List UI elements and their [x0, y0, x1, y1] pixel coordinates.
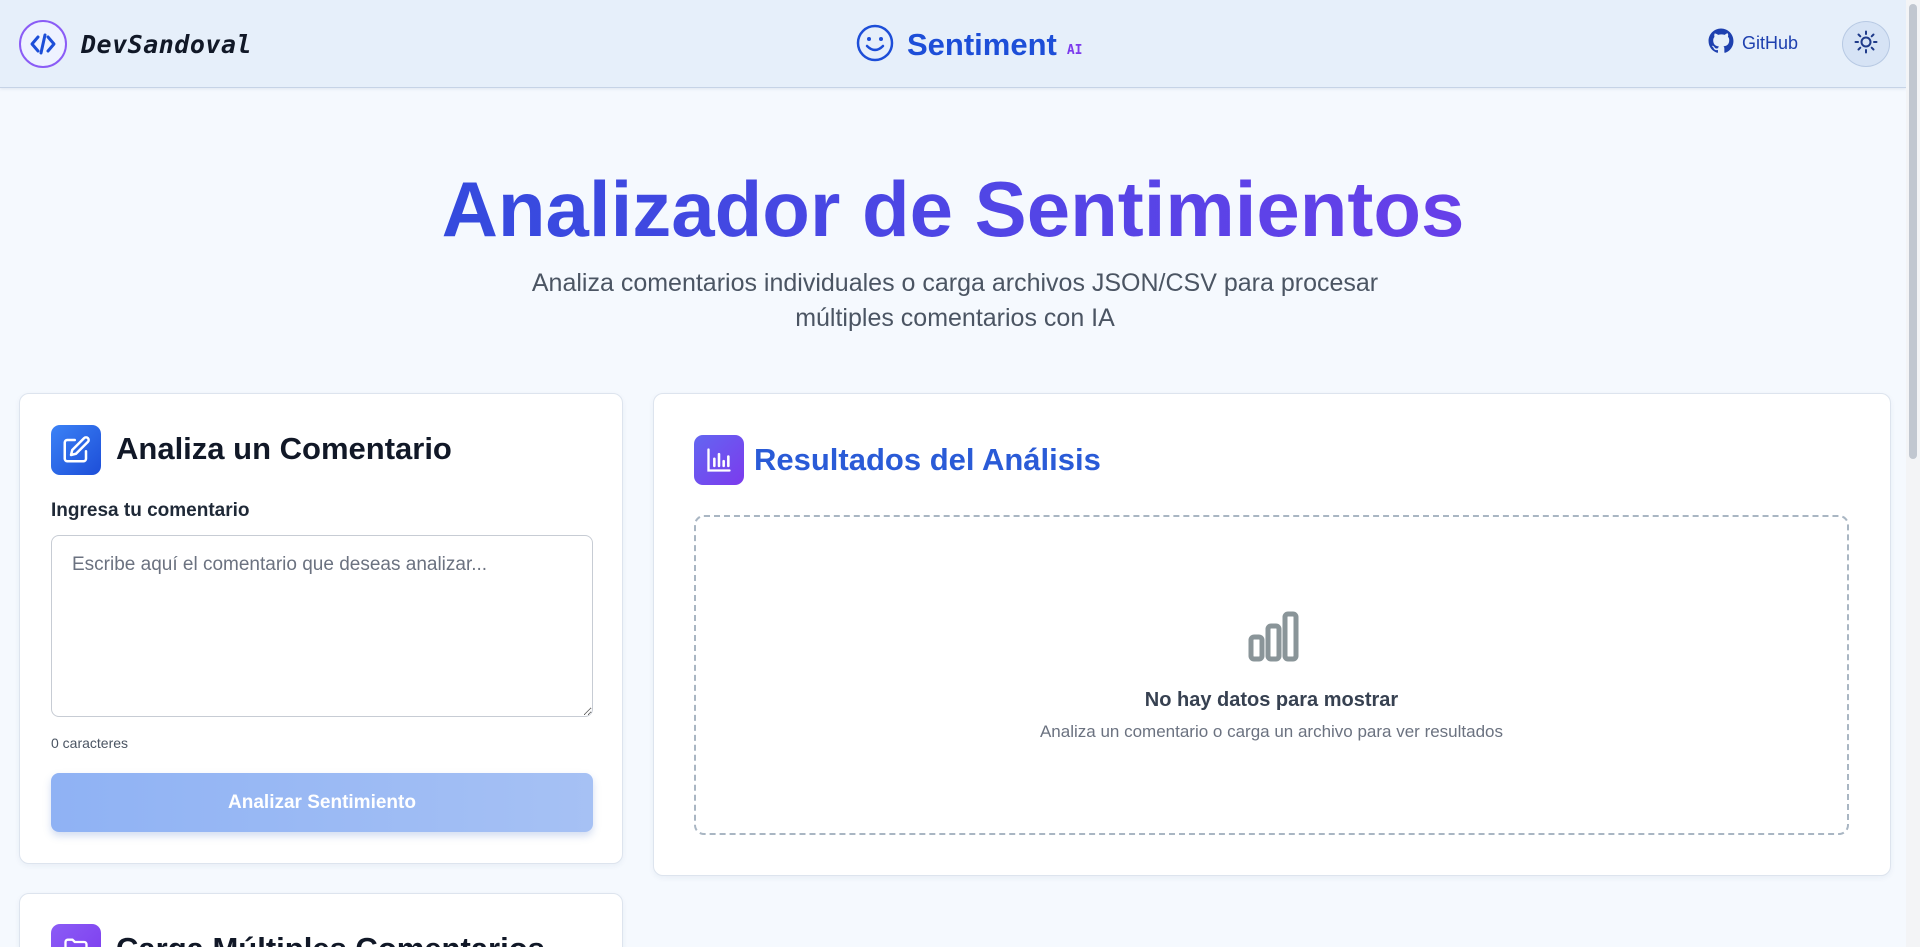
brand-link[interactable]: DevSandoval — [19, 19, 252, 69]
results-card: Resultados del Análisis No hay datos par… — [653, 393, 1891, 876]
bar-chart-icon — [694, 435, 744, 485]
folder-icon — [51, 924, 101, 947]
multi-comment-card: Carga Múltiples Comentarios — [19, 893, 623, 947]
theme-toggle-button[interactable] — [1842, 21, 1890, 67]
scrollbar-thumb[interactable] — [1909, 4, 1917, 459]
results-title: Resultados del Análisis — [754, 442, 1101, 477]
smile-icon — [855, 23, 895, 67]
comment-field-label: Ingresa tu comentario — [51, 500, 250, 521]
empty-state-subtitle: Analiza un comentario o carga un archivo… — [1039, 722, 1504, 741]
github-link[interactable]: GitHub — [1708, 28, 1798, 58]
code-icon — [19, 20, 67, 68]
single-card-title: Analiza un Comentario — [116, 431, 452, 466]
single-comment-card: Analiza un Comentario Ingresa tu comenta… — [19, 393, 623, 864]
analyze-sentiment-button[interactable]: Analizar Sentimiento — [51, 773, 593, 832]
ai-badge: AI — [1066, 42, 1083, 58]
edit-icon — [51, 425, 101, 475]
app-title-link[interactable]: Sentiment AI — [855, 24, 1083, 66]
page-subtitle: Analiza comentarios individuales o carga… — [531, 269, 1379, 332]
bar-chart-outline-icon — [1248, 611, 1300, 667]
results-empty-state: No hay datos para mostrar Analiza un com… — [694, 515, 1849, 835]
empty-state-title: No hay datos para mostrar — [1144, 689, 1399, 711]
github-label: GitHub — [1742, 32, 1799, 53]
comment-input[interactable] — [51, 535, 593, 717]
github-icon — [1708, 28, 1734, 59]
brand-name: DevSandoval — [81, 29, 253, 59]
char-counter: 0 caracteres — [51, 735, 129, 751]
page-title: Analizador de Sentimientos — [0, 162, 1906, 256]
sun-icon — [1854, 30, 1878, 58]
app-title: Sentiment — [907, 27, 1057, 62]
multi-card-title: Carga Múltiples Comentarios — [116, 931, 545, 947]
top-navbar: DevSandoval Sentiment AI GitHub — [0, 0, 1906, 88]
